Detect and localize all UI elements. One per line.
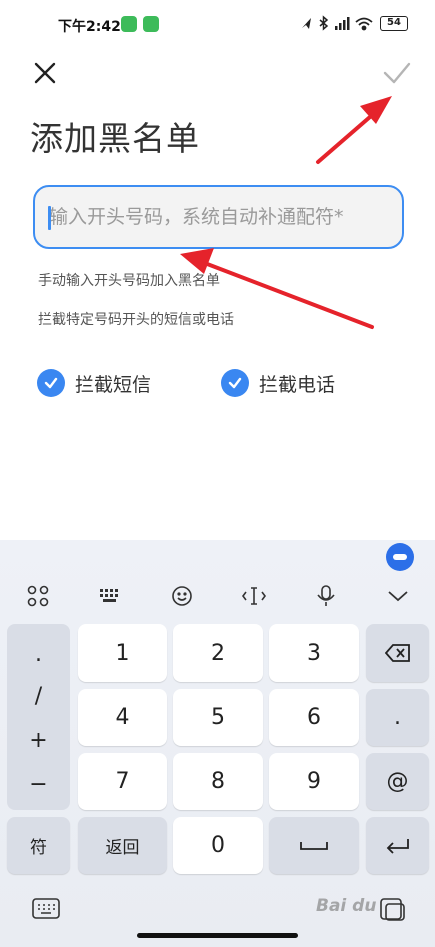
hint-manual-input: 手动输入开头号码加入黑名单 xyxy=(38,273,220,289)
key-2[interactable]: 2 xyxy=(173,624,263,682)
key-7[interactable]: 7 xyxy=(78,753,167,810)
key-dot[interactable]: . xyxy=(366,689,429,746)
symbols-key[interactable]: 符 xyxy=(7,817,70,874)
checkmark-icon[interactable] xyxy=(37,369,65,397)
key-at[interactable]: @ xyxy=(366,753,429,810)
page-title: 添加黑名单 xyxy=(30,119,200,158)
space-key[interactable] xyxy=(269,817,359,874)
home-indicator[interactable] xyxy=(137,933,298,938)
cursor-move-icon[interactable] xyxy=(234,580,274,612)
bluetooth-icon xyxy=(319,15,329,31)
arrow-to-confirm xyxy=(316,96,392,164)
checkbox-block-calls[interactable]: 拦截电话 xyxy=(221,366,335,400)
status-time: 下午2:42 xyxy=(58,19,121,35)
key-symbol[interactable]: . xyxy=(7,642,70,667)
microphone-icon[interactable] xyxy=(306,580,346,612)
watermark: Bai du xyxy=(316,896,377,916)
confirm-check-icon[interactable] xyxy=(378,54,416,92)
checkbox-label: 拦截电话 xyxy=(259,373,336,396)
emoji-icon[interactable] xyxy=(162,580,202,612)
key-4[interactable]: 4 xyxy=(78,689,167,746)
keyboard-icon[interactable] xyxy=(31,896,61,922)
key-1[interactable]: 1 xyxy=(78,624,167,682)
number-prefix-input[interactable] xyxy=(49,187,389,246)
assistant-bot-icon[interactable] xyxy=(386,543,414,571)
key-5[interactable]: 5 xyxy=(173,689,263,746)
grid-menu-icon[interactable] xyxy=(18,580,58,612)
screen: 下午2:42 54 添加黑名单 手 xyxy=(0,0,435,947)
backspace-key[interactable] xyxy=(366,624,429,682)
key-symbol[interactable]: − xyxy=(7,772,70,797)
backspace-icon xyxy=(384,644,410,662)
clipboard-icon[interactable] xyxy=(377,896,407,922)
key-symbol[interactable]: + xyxy=(7,728,70,753)
status-bar: 下午2:42 54 xyxy=(0,0,435,48)
key-9[interactable]: 9 xyxy=(269,753,359,810)
enter-key[interactable] xyxy=(366,817,429,874)
notification-app-icon xyxy=(121,16,137,32)
signal-icon xyxy=(335,17,350,30)
enter-icon xyxy=(386,838,409,854)
wifi-icon xyxy=(355,17,373,31)
text-cursor xyxy=(48,206,51,230)
space-icon xyxy=(300,841,328,850)
checkmark-icon[interactable] xyxy=(221,369,249,397)
key-3[interactable]: 3 xyxy=(269,624,359,682)
location-icon xyxy=(302,18,311,29)
notification-app-icon xyxy=(143,16,159,32)
key-symbol[interactable]: / xyxy=(7,684,70,709)
battery-indicator: 54 xyxy=(380,16,408,31)
key-8[interactable]: 8 xyxy=(173,753,263,810)
number-prefix-field[interactable] xyxy=(33,185,404,249)
keyboard-switch-icon[interactable] xyxy=(90,580,130,612)
close-icon[interactable] xyxy=(28,56,62,90)
checkbox-label: 拦截短信 xyxy=(75,373,152,396)
key-0[interactable]: 0 xyxy=(173,817,263,874)
symbol-column[interactable]: . / + − xyxy=(7,624,70,810)
hint-intercept-prefix: 拦截特定号码开头的短信或电话 xyxy=(38,312,234,328)
collapse-keyboard-icon[interactable] xyxy=(378,580,418,612)
back-key[interactable]: 返回 xyxy=(78,817,167,874)
key-6[interactable]: 6 xyxy=(269,689,359,746)
checkbox-block-sms[interactable]: 拦截短信 xyxy=(37,366,151,400)
